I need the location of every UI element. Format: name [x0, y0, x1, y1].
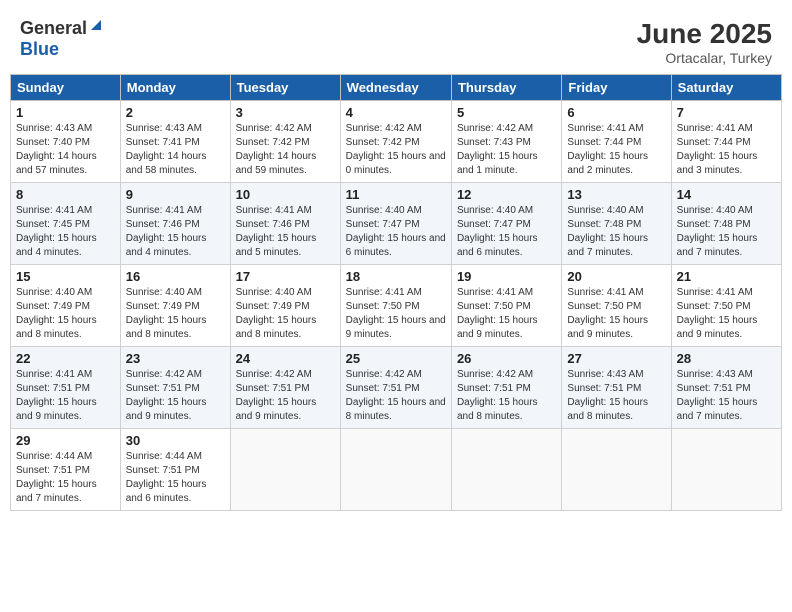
day-4: 4 Sunrise: 4:42 AMSunset: 7:42 PMDayligh…: [340, 101, 451, 183]
day-11: 11 Sunrise: 4:40 AMSunset: 7:47 PMDaylig…: [340, 183, 451, 265]
day-15: 15 Sunrise: 4:40 AMSunset: 7:49 PMDaylig…: [11, 265, 121, 347]
col-tuesday: Tuesday: [230, 75, 340, 101]
empty-cell-1: [230, 429, 340, 511]
month-title: June 2025: [637, 18, 772, 50]
day-18: 18 Sunrise: 4:41 AMSunset: 7:50 PMDaylig…: [340, 265, 451, 347]
logo-triangle-icon: [89, 18, 103, 37]
col-thursday: Thursday: [451, 75, 561, 101]
page-header: General Blue June 2025 Ortacalar, Turkey: [10, 10, 782, 70]
day-8: 8 Sunrise: 4:41 AMSunset: 7:45 PMDayligh…: [11, 183, 121, 265]
day-5: 5 Sunrise: 4:42 AMSunset: 7:43 PMDayligh…: [451, 101, 561, 183]
empty-cell-2: [340, 429, 451, 511]
day-10: 10 Sunrise: 4:41 AMSunset: 7:46 PMDaylig…: [230, 183, 340, 265]
day-6: 6 Sunrise: 4:41 AMSunset: 7:44 PMDayligh…: [562, 101, 671, 183]
day-28: 28 Sunrise: 4:43 AMSunset: 7:51 PMDaylig…: [671, 347, 781, 429]
logo: General Blue: [20, 18, 103, 60]
week-row-3: 15 Sunrise: 4:40 AMSunset: 7:49 PMDaylig…: [11, 265, 782, 347]
title-block: June 2025 Ortacalar, Turkey: [637, 18, 772, 66]
day-27: 27 Sunrise: 4:43 AMSunset: 7:51 PMDaylig…: [562, 347, 671, 429]
logo-general: General: [20, 18, 87, 39]
day-24: 24 Sunrise: 4:42 AMSunset: 7:51 PMDaylig…: [230, 347, 340, 429]
col-monday: Monday: [120, 75, 230, 101]
empty-cell-3: [451, 429, 561, 511]
week-row-1: 1 Sunrise: 4:43 AMSunset: 7:40 PMDayligh…: [11, 101, 782, 183]
day-17: 17 Sunrise: 4:40 AMSunset: 7:49 PMDaylig…: [230, 265, 340, 347]
day-7: 7 Sunrise: 4:41 AMSunset: 7:44 PMDayligh…: [671, 101, 781, 183]
week-row-4: 22 Sunrise: 4:41 AMSunset: 7:51 PMDaylig…: [11, 347, 782, 429]
day-9: 9 Sunrise: 4:41 AMSunset: 7:46 PMDayligh…: [120, 183, 230, 265]
day-25: 25 Sunrise: 4:42 AMSunset: 7:51 PMDaylig…: [340, 347, 451, 429]
week-row-2: 8 Sunrise: 4:41 AMSunset: 7:45 PMDayligh…: [11, 183, 782, 265]
logo-blue: Blue: [20, 39, 59, 59]
day-14: 14 Sunrise: 4:40 AMSunset: 7:48 PMDaylig…: [671, 183, 781, 265]
empty-cell-5: [671, 429, 781, 511]
col-friday: Friday: [562, 75, 671, 101]
day-2: 2 Sunrise: 4:43 AMSunset: 7:41 PMDayligh…: [120, 101, 230, 183]
empty-cell-4: [562, 429, 671, 511]
day-30: 30 Sunrise: 4:44 AMSunset: 7:51 PMDaylig…: [120, 429, 230, 511]
calendar-table: Sunday Monday Tuesday Wednesday Thursday…: [10, 74, 782, 511]
col-sunday: Sunday: [11, 75, 121, 101]
day-26: 26 Sunrise: 4:42 AMSunset: 7:51 PMDaylig…: [451, 347, 561, 429]
day-22: 22 Sunrise: 4:41 AMSunset: 7:51 PMDaylig…: [11, 347, 121, 429]
day-3: 3 Sunrise: 4:42 AMSunset: 7:42 PMDayligh…: [230, 101, 340, 183]
day-23: 23 Sunrise: 4:42 AMSunset: 7:51 PMDaylig…: [120, 347, 230, 429]
day-29: 29 Sunrise: 4:44 AMSunset: 7:51 PMDaylig…: [11, 429, 121, 511]
col-wednesday: Wednesday: [340, 75, 451, 101]
day-16: 16 Sunrise: 4:40 AMSunset: 7:49 PMDaylig…: [120, 265, 230, 347]
day-20: 20 Sunrise: 4:41 AMSunset: 7:50 PMDaylig…: [562, 265, 671, 347]
day-12: 12 Sunrise: 4:40 AMSunset: 7:47 PMDaylig…: [451, 183, 561, 265]
calendar-header-row: Sunday Monday Tuesday Wednesday Thursday…: [11, 75, 782, 101]
day-21: 21 Sunrise: 4:41 AMSunset: 7:50 PMDaylig…: [671, 265, 781, 347]
day-19: 19 Sunrise: 4:41 AMSunset: 7:50 PMDaylig…: [451, 265, 561, 347]
day-13: 13 Sunrise: 4:40 AMSunset: 7:48 PMDaylig…: [562, 183, 671, 265]
day-1: 1 Sunrise: 4:43 AMSunset: 7:40 PMDayligh…: [11, 101, 121, 183]
week-row-5: 29 Sunrise: 4:44 AMSunset: 7:51 PMDaylig…: [11, 429, 782, 511]
location-subtitle: Ortacalar, Turkey: [637, 50, 772, 66]
col-saturday: Saturday: [671, 75, 781, 101]
